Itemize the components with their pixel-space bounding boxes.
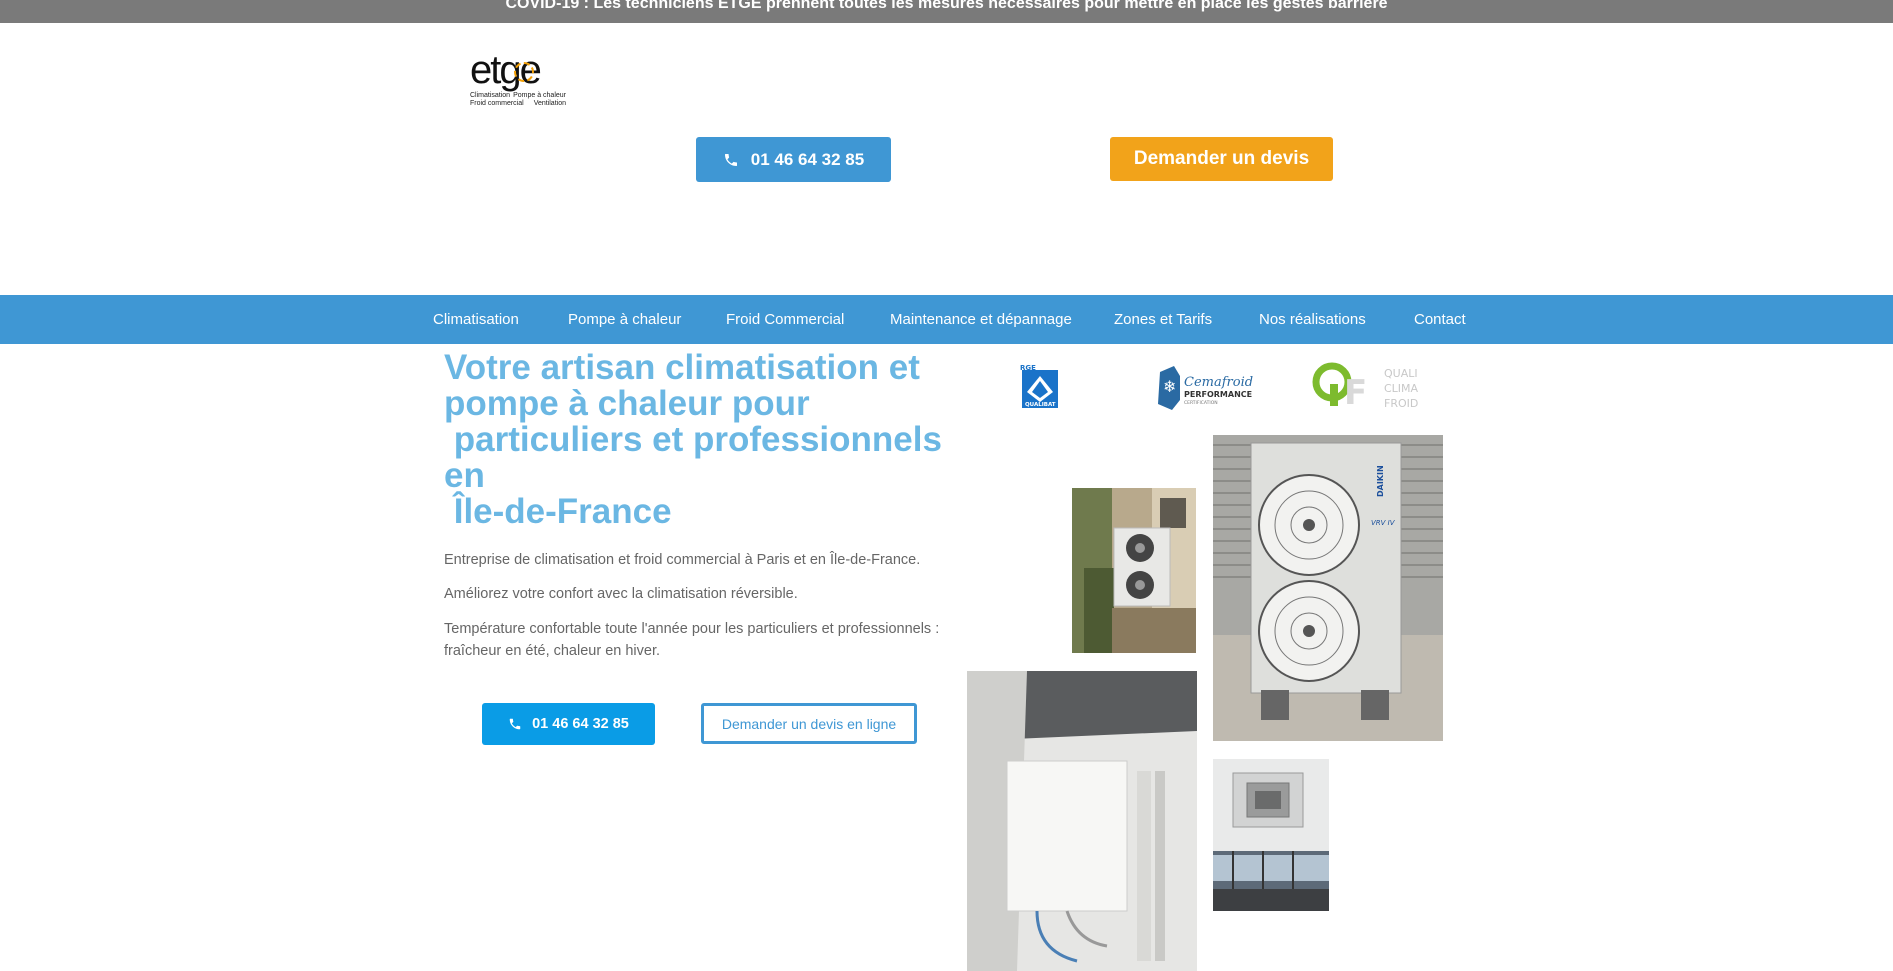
etge-logo[interactable]: etge Climatisation Pompe à chaleur Froid … [470, 48, 566, 112]
cemafroid-logo-icon: ❄ Cemafroid PERFORMANCE CERTIFICATION [1158, 366, 1253, 410]
logo-tagline: Climatisation Pompe à chaleur Froid comme… [470, 92, 566, 108]
covid-banner: COVID-19 : Les techniciens ETGE prennent… [0, 0, 1893, 23]
logo-tagline-item: Climatisation [470, 92, 511, 99]
header-phone-button[interactable]: 01 46 64 32 85 [696, 137, 891, 182]
qualibat-text: QUALIBAT [1025, 402, 1056, 408]
header-quote-button[interactable]: Demander un devis [1110, 137, 1333, 181]
nav-item-maintenance[interactable]: Maintenance et dépannage [890, 295, 1072, 344]
photo-outdoor-unit-wall [1072, 488, 1196, 653]
phone-icon [509, 718, 521, 730]
hero-title: Votre artisan climatisation et pompe à c… [444, 348, 942, 531]
logo-tagline-item: Pompe à chaleur [513, 92, 566, 99]
photo-daikin-vrv-unit: DAIKIN VRV IV [1213, 435, 1443, 741]
photo-indoor-wall-unit [967, 671, 1197, 971]
header-phone-label: 01 46 64 32 85 [750, 149, 865, 169]
qualiclimafroid-logo-icon: F QUALI CLIMA FROID [1312, 362, 1419, 413]
covid-banner-text: COVID-19 : Les techniciens ETGE prennent… [505, 0, 1388, 12]
cemafroid-sub: PERFORMANCE [1184, 390, 1252, 399]
phone-icon [724, 153, 737, 166]
qualibat-badge: RGE QUALIBAT [1020, 364, 1060, 410]
cemafroid-tiny: CERTIFICATION [1184, 400, 1218, 406]
nav-item-realisations[interactable]: Nos réalisations [1259, 295, 1366, 344]
logo-tagline-item: Ventilation [533, 100, 566, 107]
qualibat-logo-icon: RGE QUALIBAT [1020, 364, 1058, 408]
photo-ceiling-cassette [1213, 759, 1329, 911]
nav-item-climatisation[interactable]: Climatisation [433, 295, 519, 344]
qcf-line: FROID [1384, 397, 1418, 410]
sun-icon [514, 62, 534, 82]
nav-item-contact[interactable]: Contact [1414, 295, 1466, 344]
hero-phone-label: 01 46 64 32 85 [532, 716, 629, 732]
cemafroid-name: Cemafroid [1184, 375, 1253, 390]
daikin-model-text: VRV IV [1371, 519, 1396, 527]
hero-quote-button[interactable]: Demander un devis en ligne [701, 703, 917, 744]
hero-phone-button[interactable]: 01 46 64 32 85 [482, 703, 655, 745]
qualiclimafroid-badge: F QUALI CLIMA FROID [1310, 358, 1430, 416]
nav-item-pompe-a-chaleur[interactable]: Pompe à chaleur [568, 295, 681, 344]
header-quote-label: Demander un devis [1133, 148, 1310, 169]
nav-item-froid-commercial[interactable]: Froid Commercial [726, 295, 844, 344]
logo-tagline-item: Froid commercial [470, 100, 524, 107]
hero-paragraph: Améliorez votre confort avec la climatis… [444, 586, 798, 602]
daikin-brand-text: DAIKIN [1376, 465, 1385, 497]
hero-paragraph: Température confortable toute l'année po… [444, 621, 940, 659]
qcf-line: CLIMA [1384, 382, 1419, 395]
hero-paragraph: Entreprise de climatisation et froid com… [444, 552, 921, 568]
main-nav: Climatisation Pompe à chaleur Froid Comm… [0, 295, 1893, 344]
nav-item-zones-tarifs[interactable]: Zones et Tarifs [1114, 295, 1212, 344]
qcf-line: QUALI [1384, 367, 1418, 380]
qualibat-rge-text: RGE [1020, 364, 1036, 372]
svg-text:F: F [1344, 373, 1367, 413]
hero-quote-label: Demander un devis en ligne [721, 715, 897, 732]
svg-text:❄: ❄ [1163, 377, 1176, 396]
cemafroid-badge: ❄ Cemafroid PERFORMANCE CERTIFICATION [1154, 362, 1260, 414]
